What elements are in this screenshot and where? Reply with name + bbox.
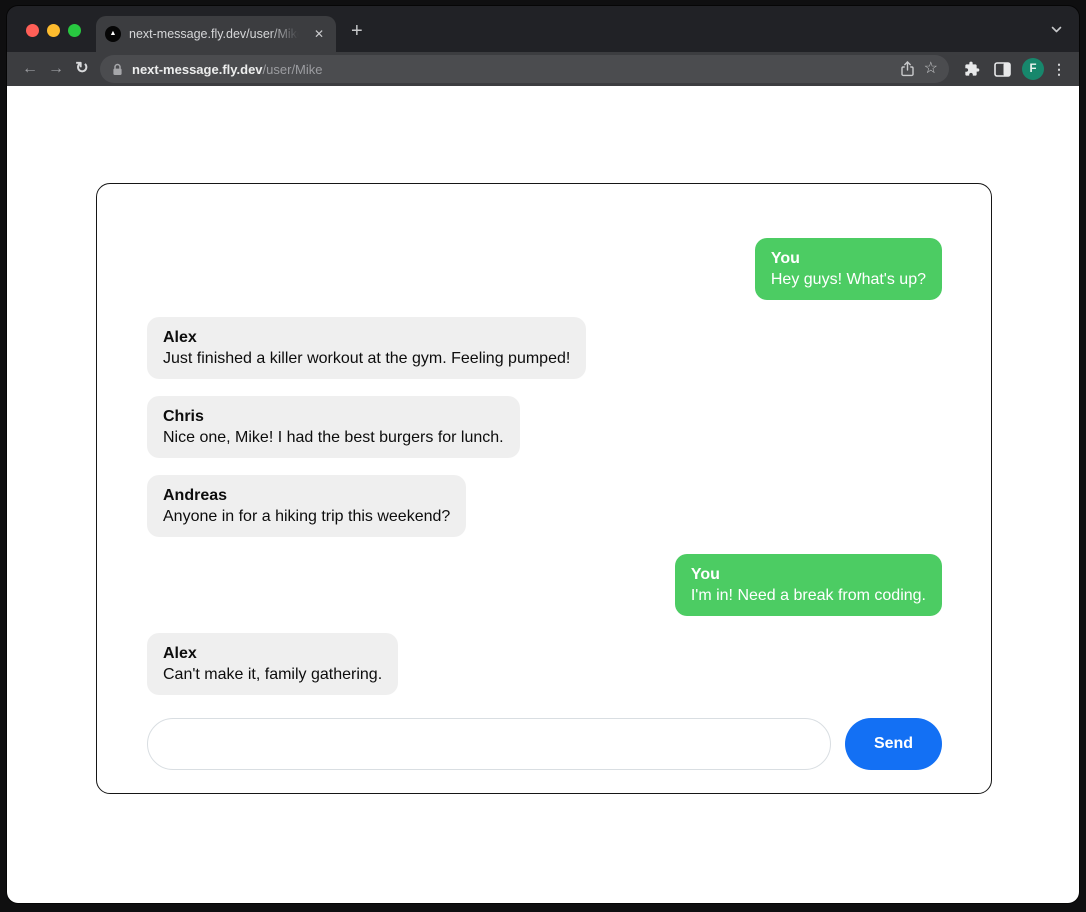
message-text: Nice one, Mike! I had the best burgers f… [163,429,504,446]
chat-message-row: You I'm in! Need a break from coding. [147,554,942,616]
message-sender: You [691,564,926,585]
browser-toolbar: ← → ↻ next-message.fly.dev/user/Mike ☆ F… [7,52,1079,86]
message-text: Anyone in for a hiking trip this weekend… [163,508,450,525]
new-tab-button[interactable]: + [351,21,363,41]
browser-menu-icon[interactable]: ⋮ [1049,61,1069,78]
url-path: /user/Mike [263,62,323,77]
composer: Send [147,718,942,770]
chat-message-bubble: You I'm in! Need a break from coding. [675,554,942,616]
share-icon[interactable] [900,61,915,77]
chat-message-bubble: Alex Can't make it, family gathering. [147,633,398,695]
profile-avatar[interactable]: F [1022,58,1044,80]
chat-message-row: Chris Nice one, Mike! I had the best burg… [147,396,942,458]
chat-message-row: You Hey guys! What's up? [147,238,942,300]
traffic-lights [26,24,81,37]
back-button[interactable]: ← [17,61,43,77]
message-input[interactable] [147,718,831,770]
chat-card: You Hey guys! What's up? Alex Just finishe… [96,183,992,794]
tab-strip: ▲ next-message.fly.dev/user/Mike ✕ + [7,6,1079,52]
chat-message-bubble: You Hey guys! What's up? [755,238,942,300]
close-window-button[interactable] [26,24,39,37]
message-sender: Andreas [163,485,450,506]
chat-message-row: Alex Just finished a killer workout at th… [147,317,942,379]
forward-button[interactable]: → [43,61,69,77]
message-text: Can't make it, family gathering. [163,666,382,683]
chat-message-bubble: Alex Just finished a killer workout at th… [147,317,586,379]
page-content: You Hey guys! What's up? Alex Just finishe… [7,86,1079,903]
address-bar[interactable]: next-message.fly.dev/user/Mike ☆ [100,55,949,83]
minimize-window-button[interactable] [47,24,60,37]
lock-icon [112,63,123,76]
url-host: next-message.fly.dev [132,62,263,77]
zoom-window-button[interactable] [68,24,81,37]
extensions-puzzle-icon[interactable] [957,61,987,77]
chat-message-bubble: Andreas Anyone in for a hiking trip this … [147,475,466,537]
message-text: I'm in! Need a break from coding. [691,587,926,604]
bookmark-star-icon[interactable]: ☆ [924,61,938,77]
message-sender: Alex [163,327,570,348]
tab-favicon-icon: ▲ [105,26,121,42]
message-text: Just finished a killer workout at the gy… [163,350,570,367]
tab-close-icon[interactable]: ✕ [312,26,326,42]
chat-message-bubble: Chris Nice one, Mike! I had the best burg… [147,396,520,458]
url-text: next-message.fly.dev/user/Mike [132,62,323,77]
message-sender: Chris [163,406,504,427]
chat-message-row: Andreas Anyone in for a hiking trip this … [147,475,942,537]
tab-search-chevron-icon[interactable] [1050,23,1063,36]
message-list: You Hey guys! What's up? Alex Just finishe… [147,238,942,695]
browser-window: ▲ next-message.fly.dev/user/Mike ✕ + ← →… [7,6,1079,903]
reload-button[interactable]: ↻ [69,61,95,77]
message-text: Hey guys! What's up? [771,271,926,288]
browser-tab[interactable]: ▲ next-message.fly.dev/user/Mike ✕ [96,16,336,52]
send-button[interactable]: Send [845,718,942,770]
message-sender: You [771,248,926,269]
chat-message-row: Alex Can't make it, family gathering. [147,633,942,695]
message-sender: Alex [163,643,382,664]
side-panel-icon[interactable] [987,62,1017,77]
tab-title: next-message.fly.dev/user/Mike [129,27,304,41]
